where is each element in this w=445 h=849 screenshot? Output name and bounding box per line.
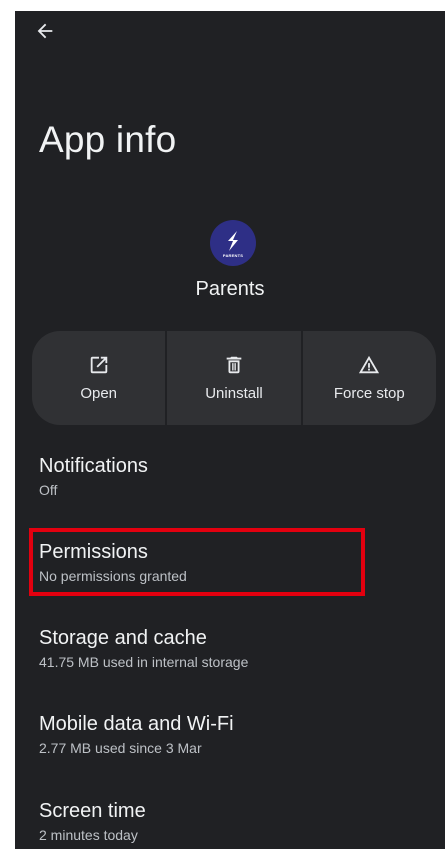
- settings-item-screen-time[interactable]: Screen time 2 minutes today: [39, 799, 429, 844]
- parents-logo-icon: [228, 231, 238, 251]
- settings-item-subtitle: 2.77 MB used since 3 Mar: [39, 740, 202, 756]
- open-button[interactable]: Open: [32, 331, 166, 425]
- force-stop-button[interactable]: Force stop: [302, 331, 436, 425]
- action-buttons-row: Open Uninstall Force stop: [32, 331, 436, 425]
- settings-item-subtitle: 41.75 MB used in internal storage: [39, 654, 249, 670]
- page-title: App info: [39, 119, 177, 160]
- screenshot-border-top: [0, 0, 445, 11]
- settings-item-title: Mobile data and Wi-Fi: [39, 713, 234, 735]
- settings-item-subtitle: 2 minutes today: [39, 827, 138, 843]
- settings-item-title: Permissions: [39, 541, 148, 563]
- screenshot-border-left: [0, 0, 15, 849]
- settings-item-permissions[interactable]: Permissions No permissions granted: [39, 540, 429, 585]
- settings-item-title: Storage and cache: [39, 627, 207, 649]
- app-icon: PARENTS: [210, 220, 256, 266]
- force-stop-button-label: Force stop: [333, 385, 405, 402]
- app-info-screen: App info PARENTS Parents Open Uninstall …: [15, 11, 445, 849]
- trash-icon: [226, 356, 242, 374]
- settings-item-storage[interactable]: Storage and cache 41.75 MB used in inter…: [39, 626, 429, 671]
- open-button-label: Open: [80, 385, 118, 402]
- app-icon-label: PARENTS: [222, 253, 244, 258]
- settings-item-mobile-data[interactable]: Mobile data and Wi-Fi 2.77 MB used since…: [39, 712, 429, 757]
- settings-item-subtitle: Off: [39, 482, 58, 498]
- settings-item-title: Notifications: [39, 455, 148, 477]
- open-external-icon: [90, 356, 107, 374]
- uninstall-button[interactable]: Uninstall: [167, 331, 301, 425]
- app-name: Parents: [195, 278, 265, 300]
- uninstall-button-label: Uninstall: [205, 385, 263, 402]
- back-arrow-icon: [37, 23, 53, 39]
- settings-item-subtitle: No permissions granted: [39, 568, 187, 584]
- settings-item-title: Screen time: [39, 800, 146, 822]
- back-button[interactable]: [31, 17, 59, 45]
- settings-item-notifications[interactable]: Notifications Off: [39, 454, 429, 499]
- warning-icon: [359, 355, 380, 374]
